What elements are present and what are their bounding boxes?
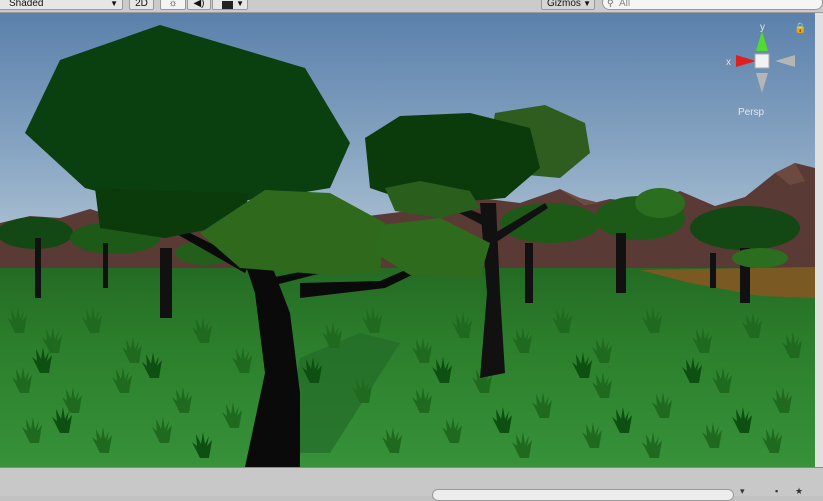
sun-icon: ☼ [168, 0, 178, 9]
lock-icon[interactable]: 🔒 [794, 22, 806, 34]
chevron-down-icon: ▼ [236, 0, 244, 8]
lighting-toggle-button[interactable]: ☼ [160, 0, 186, 10]
image-icon [222, 1, 233, 9]
2d-label: 2D [135, 0, 148, 9]
projection-label[interactable]: Persp [738, 107, 765, 118]
lock-icon[interactable]: ▪ [775, 486, 783, 496]
shading-mode-dropdown[interactable]: Shaded ▼ [0, 0, 123, 10]
gizmos-dropdown[interactable]: Gizmos ▼ [541, 0, 595, 10]
2d-toggle-button[interactable]: 2D [129, 0, 154, 10]
bottom-search-field[interactable] [432, 489, 734, 501]
shading-mode-label: Shaded [9, 0, 44, 9]
gizmos-label: Gizmos [547, 0, 581, 9]
chevron-down-icon: ▼ [583, 0, 591, 8]
chevron-down-icon: ▼ [110, 0, 118, 8]
search-placeholder: All [619, 0, 631, 9]
speaker-icon: ◀) [193, 0, 205, 9]
scene-render: y x Persp 🔒 [0, 13, 815, 467]
search-input[interactable]: ⚲ All [602, 0, 823, 10]
star-icon[interactable]: ★ [795, 486, 803, 496]
gizmo-center-cube[interactable] [754, 53, 770, 69]
scene-viewport[interactable]: y x Persp 🔒 [0, 13, 815, 467]
search-icon: ⚲ [607, 0, 614, 8]
options-icon[interactable]: ▾ [740, 486, 748, 496]
audio-toggle-button[interactable]: ◀) [187, 0, 211, 10]
scene-scrollbar[interactable] [815, 13, 823, 467]
scene-toolbar: Shaded ▼ 2D ☼ ◀) ▼ Gizmos ▼ ⚲ All [0, 0, 823, 13]
effects-dropdown-button[interactable]: ▼ [212, 0, 248, 10]
bottom-panel-strip: ▾ ▪ ★ [0, 467, 823, 501]
gizmo-x-label: x [726, 57, 731, 68]
gizmo-y-label: y [760, 22, 765, 33]
